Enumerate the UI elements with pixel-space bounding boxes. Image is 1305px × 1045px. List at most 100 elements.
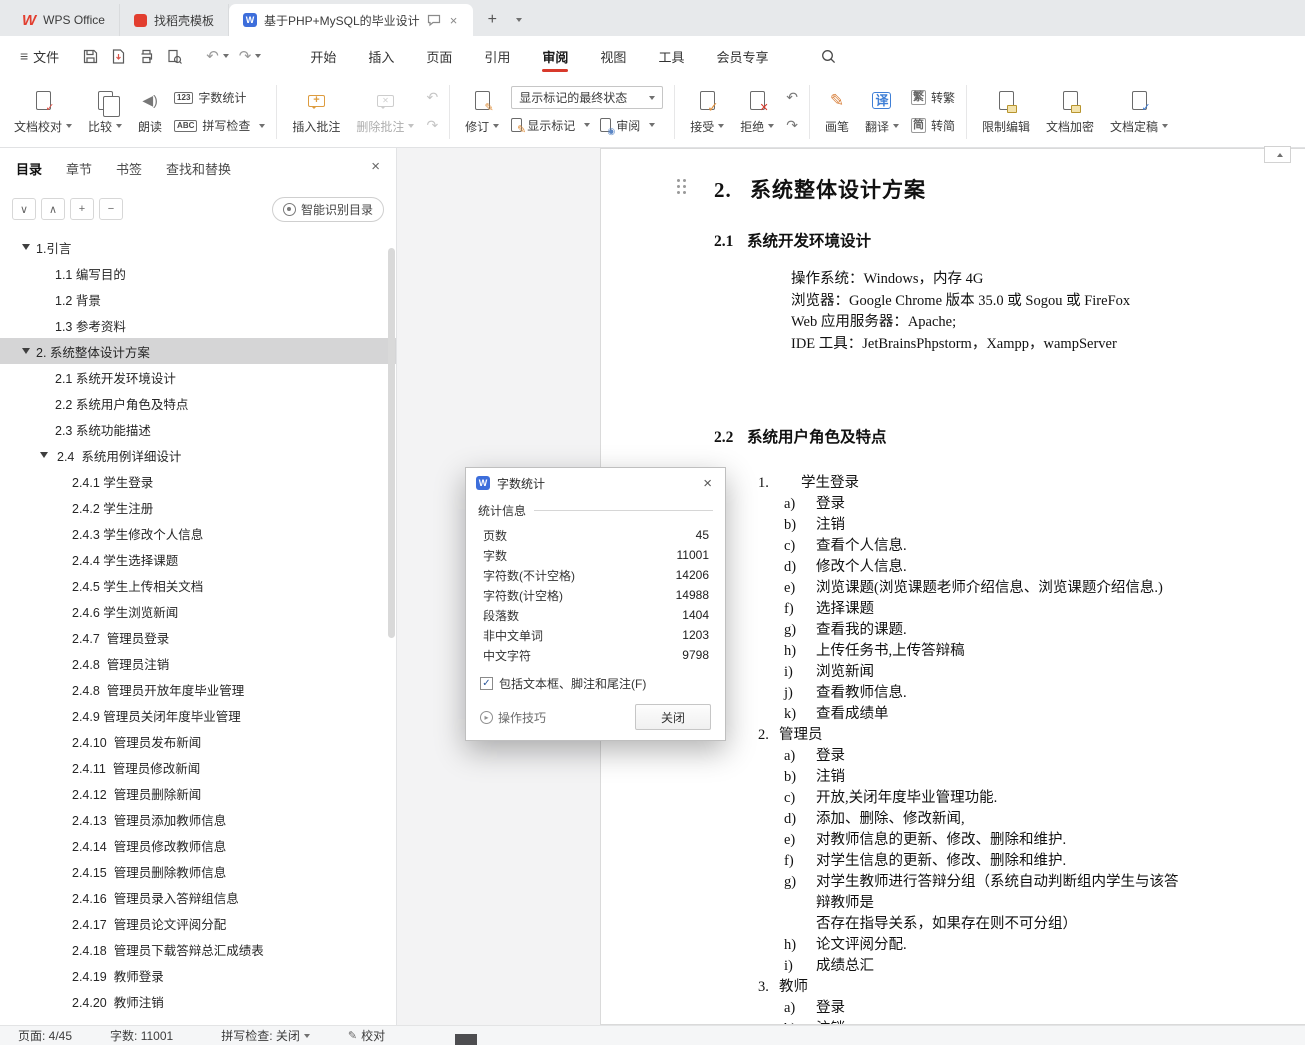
save-button[interactable]	[77, 43, 103, 69]
translate-button[interactable]: 译 翻译	[857, 80, 907, 144]
markup-state-combobox[interactable]: 显示标记的最终状态	[511, 86, 664, 109]
menu-item[interactable]: 开始	[294, 36, 352, 76]
finalize-document-button[interactable]: 文档定稿	[1102, 80, 1176, 144]
panel-tab[interactable]: 书签	[116, 159, 142, 178]
export-pdf-button[interactable]	[105, 43, 131, 69]
toc-item[interactable]: 2.4.19 教师登录	[0, 962, 396, 988]
menu-item[interactable]: 引用	[468, 36, 526, 76]
redo-button[interactable]: ↷	[234, 47, 267, 65]
reject-change-button[interactable]: 拒绝	[732, 80, 782, 144]
toc-item[interactable]: 1.3 参考资料	[0, 312, 396, 338]
dialog-titlebar[interactable]: W 字数统计 ×	[466, 468, 725, 498]
toc-item[interactable]: 2.4.12 管理员删除新闻	[0, 780, 396, 806]
include-footnotes-checkbox[interactable]: ✓ 包括文本框、脚注和尾注(F)	[480, 675, 711, 692]
toc-item[interactable]: 2.4.8 管理员开放年度毕业管理	[0, 676, 396, 702]
new-tab-button[interactable]: +	[479, 7, 505, 33]
previous-change-button[interactable]: ↶	[786, 86, 798, 110]
next-change-button[interactable]: ↷	[786, 114, 798, 138]
toc-item[interactable]: 2.4.13 管理员添加教师信息	[0, 806, 396, 832]
toc-item[interactable]: 2.4.6 学生浏览新闻	[0, 598, 396, 624]
toc-item[interactable]: 2.4.16 管理员录入答辩组信息	[0, 884, 396, 910]
panel-tab[interactable]: 目录	[16, 159, 42, 178]
panel-tab[interactable]: 章节	[66, 159, 92, 178]
toc-scrollbar[interactable]	[388, 248, 395, 638]
tab-wps-home[interactable]: W WPS Office	[8, 4, 120, 36]
toc-item[interactable]: 2.4.8 管理员注销	[0, 650, 396, 676]
toc-item[interactable]: 2.4.2 学生注册	[0, 494, 396, 520]
toc-item[interactable]: 2.3 系统功能描述	[0, 416, 396, 442]
toc-item[interactable]: 2.4 系统用例详细设计	[0, 442, 396, 468]
show-markup-button[interactable]: 显示标记	[511, 113, 591, 137]
print-button[interactable]	[133, 43, 159, 69]
to-simplified-button[interactable]: 简 转简	[910, 114, 955, 138]
spell-check-status[interactable]: 拼写检查: 关闭	[221, 1027, 310, 1044]
track-changes-button[interactable]: 修订	[457, 80, 507, 144]
ink-pen-button[interactable]: ✎ 画笔	[817, 80, 857, 144]
restrict-editing-button[interactable]: 限制编辑	[974, 80, 1038, 144]
close-dialog-icon[interactable]: ×	[700, 475, 715, 492]
to-traditional-button[interactable]: 繁 转繁	[910, 86, 955, 110]
proofread-status[interactable]: ✎ 校对	[348, 1027, 385, 1044]
print-preview-button[interactable]	[161, 43, 187, 69]
toc-item[interactable]: 2.4.5 学生上传相关文档	[0, 572, 396, 598]
proofread-button[interactable]: 文档校对	[6, 80, 80, 144]
menu-item[interactable]: 页面	[410, 36, 468, 76]
encrypt-document-button[interactable]: 文档加密	[1038, 80, 1102, 144]
word-count-indicator[interactable]: 字数: 11001	[110, 1027, 173, 1044]
file-menu-button[interactable]: ≡ 文件	[10, 42, 69, 70]
next-comment-button[interactable]: ↷	[426, 114, 438, 138]
review-pane-button[interactable]: 审阅	[600, 113, 656, 137]
toc-item[interactable]: 2.4.15 管理员删除教师信息	[0, 858, 396, 884]
toc-item[interactable]: 2.4.11 管理员修改新闻	[0, 754, 396, 780]
word-count-button[interactable]: 123 字数统计	[174, 86, 265, 110]
collapse-ribbon-button[interactable]	[1264, 146, 1291, 163]
menu-item[interactable]: 工具	[642, 36, 700, 76]
page-indicator[interactable]: 页面: 4/45	[18, 1027, 72, 1044]
zoom-out-outline-button[interactable]: −	[99, 198, 123, 220]
search-button[interactable]	[814, 42, 842, 70]
undo-button[interactable]: ↶	[201, 47, 234, 65]
toc-item[interactable]: 2.4.9 管理员关闭年度毕业管理	[0, 702, 396, 728]
expand-arrow-icon[interactable]	[40, 452, 48, 458]
menu-item[interactable]: 审阅	[526, 36, 584, 76]
menu-item[interactable]: 插入	[352, 36, 410, 76]
panel-tab[interactable]: 查找和替换	[166, 159, 231, 178]
toc-item[interactable]: 2.4.18 管理员下载答辩总汇成绩表	[0, 936, 396, 962]
spell-check-button[interactable]: ABC 拼写检查	[174, 114, 266, 138]
toc-item[interactable]: 2. 系统整体设计方案	[0, 338, 396, 364]
menu-item[interactable]: 视图	[584, 36, 642, 76]
menu-item[interactable]: 会员专享	[700, 36, 784, 76]
close-panel-icon[interactable]: ×	[371, 158, 380, 175]
tab-docer-templates[interactable]: 找稻壳模板	[120, 4, 229, 36]
tips-link[interactable]: ▸ 操作技巧	[480, 709, 546, 726]
delete-comment-button[interactable]: 删除批注	[348, 80, 422, 144]
previous-comment-button[interactable]: ↶	[426, 86, 438, 110]
toc-item[interactable]: 2.1 系统开发环境设计	[0, 364, 396, 390]
expand-all-button[interactable]: ∧	[41, 198, 65, 220]
close-button[interactable]: 关闭	[635, 704, 711, 730]
toc-item[interactable]: 2.4.7 管理员登录	[0, 624, 396, 650]
toc-item[interactable]: 2.4.10 管理员发布新闻	[0, 728, 396, 754]
expand-arrow-icon[interactable]	[22, 244, 30, 250]
insert-comment-button[interactable]: 插入批注	[284, 80, 348, 144]
toc-item[interactable]: 2.4.3 学生修改个人信息	[0, 520, 396, 546]
toc-item[interactable]: 1.2 背景	[0, 286, 396, 312]
tab-list-dropdown[interactable]	[507, 7, 527, 33]
read-aloud-button[interactable]: ◀) 朗读	[130, 80, 170, 144]
paragraph-drag-handle-icon[interactable]	[677, 179, 680, 182]
toc-item[interactable]: 2.4.20 教师注销	[0, 988, 396, 1014]
tab-current-document[interactable]: W 基于PHP+MySQL的毕业设计 ×	[228, 4, 474, 36]
collapse-all-button[interactable]: ∨	[12, 198, 36, 220]
smart-toc-button[interactable]: 智能识别目录	[271, 196, 384, 222]
accept-change-button[interactable]: 接受	[682, 80, 732, 144]
toc-item[interactable]: 1.1 编写目的	[0, 260, 396, 286]
close-tab-icon[interactable]: ×	[448, 13, 460, 28]
expand-arrow-icon[interactable]	[22, 348, 30, 354]
compare-button[interactable]: 比较	[80, 80, 130, 144]
toc-item[interactable]: 2.4.17 管理员论文评阅分配	[0, 910, 396, 936]
zoom-in-outline-button[interactable]: +	[70, 198, 94, 220]
toc-item[interactable]: 2.4.1 学生登录	[0, 468, 396, 494]
toc-item[interactable]: 1.引言	[0, 234, 396, 260]
toc-item[interactable]: 2.2 系统用户角色及特点	[0, 390, 396, 416]
toc-item[interactable]: 2.4.14 管理员修改教师信息	[0, 832, 396, 858]
